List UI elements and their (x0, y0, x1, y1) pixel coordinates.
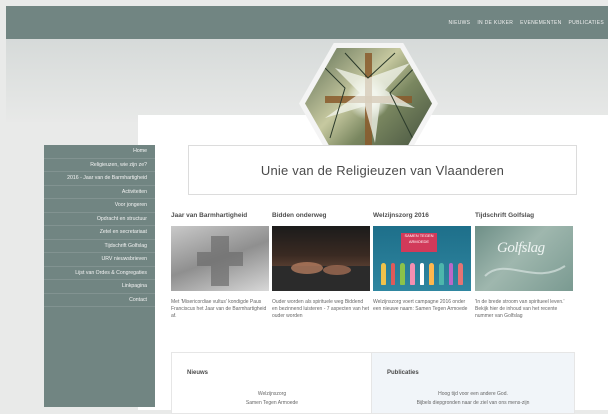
sidebar-item-home[interactable]: Home (44, 145, 155, 159)
feature-card-golfslag: Tijdschrift Golfslag Golfslag 'In de bre… (475, 212, 573, 320)
sidebar-item-nieuwsbrieven[interactable]: URV nieuwsbrieven (44, 253, 155, 267)
people-illustration (381, 259, 464, 285)
publications-panel: Publicaties Hoog tijd voor een andere Go… (371, 352, 575, 414)
sidebar-item-religieuzen[interactable]: Religieuzen, wie zijn ze? (44, 159, 155, 172)
sidebar-nav: Home Religieuzen, wie zijn ze? 2016 - Ja… (44, 145, 155, 407)
nav-item-nieuws[interactable]: NIEUWS (449, 20, 471, 26)
dove-cross-icon (314, 52, 423, 154)
nav-item-publicaties[interactable]: PUBLICATIES (569, 20, 604, 26)
hands-piano-icon (272, 262, 370, 291)
samen-tegen-armoede-badge: SAMEN TEGEN ARMOEDE (401, 233, 437, 252)
site-title: Unie van de Religieuzen van Vlaanderen (260, 162, 505, 178)
feature-card-bidden: Bidden onderweg Ouder worden als spiritu… (272, 212, 370, 320)
feature-title[interactable]: Tijdschrift Golfslag (475, 212, 573, 219)
feature-image[interactable]: Golfslag (475, 226, 573, 291)
sidebar-item-ordes[interactable]: Lijst van Ordes & Congregaties (44, 267, 155, 280)
sidebar-item-contact[interactable]: Contact (44, 294, 155, 307)
news-item-title[interactable]: Welzijnszorg (172, 390, 372, 399)
publications-heading: Publicaties (387, 370, 419, 376)
stained-glass-image (305, 48, 432, 159)
news-panel: Nieuws Welzijnszorg Samen Tegen Armoede (171, 352, 372, 414)
nav-item-in-de-kijker[interactable]: IN DE KIJKER (477, 20, 513, 26)
feature-text: Ouder worden als spirituele weg Biddend … (272, 299, 370, 319)
sidebar-item-opdracht[interactable]: Opdracht en structuur (44, 213, 155, 226)
feature-title[interactable]: Bidden onderweg (272, 212, 370, 219)
sidebar-item-zetel[interactable]: Zetel en secretariaat (44, 226, 155, 240)
nav-item-evenementen[interactable]: EVENEMENTEN (520, 20, 561, 26)
top-nav: NIEUWS IN DE KIJKER EVENEMENTEN PUBLICAT… (449, 6, 604, 39)
news-item-subtitle[interactable]: Samen Tegen Armoede (172, 399, 372, 408)
sidebar-item-jongeren[interactable]: Voor jongeren (44, 199, 155, 213)
feature-title[interactable]: Jaar van Barmhartigheid (171, 212, 269, 219)
feature-image[interactable] (171, 226, 269, 291)
feature-title[interactable]: Welzijnszorg 2016 (373, 212, 471, 219)
sidebar-item-jaar-barmhartigheid[interactable]: 2016 - Jaar van de Barmhartigheid (44, 172, 155, 186)
feature-text: 'In de brede stroom van spiritueel leven… (475, 299, 565, 319)
feature-image[interactable]: SAMEN TEGEN ARMOEDE (373, 226, 471, 291)
feature-image[interactable] (272, 226, 370, 291)
site-title-box: Unie van de Religieuzen van Vlaanderen (188, 145, 577, 195)
publication-item-title[interactable]: Hoog tijd voor een andere God. (372, 390, 574, 399)
feature-text: Met 'Misericordiae vultus' kondigde Paus… (171, 299, 267, 319)
feature-card-jaar: Jaar van Barmhartigheid Met 'Misericordi… (171, 212, 269, 320)
feature-text: Welzijnszorg voert campagne 2016 onder e… (373, 299, 468, 312)
publication-item-subtitle[interactable]: Bijbels diepgronden naar de ziel van ons… (372, 399, 574, 408)
sidebar-item-linkpagina[interactable]: Linkpagina (44, 280, 155, 294)
wave-swirl-icon (484, 265, 566, 277)
sidebar-item-activiteiten[interactable]: Activiteiten (44, 186, 155, 199)
news-heading: Nieuws (187, 370, 209, 376)
sidebar-item-golfslag[interactable]: Tijdschrift Golfslag (44, 240, 155, 253)
feature-card-welzijnszorg: Welzijnszorg 2016 SAMEN TEGEN ARMOEDE We… (373, 212, 471, 313)
cross-sculpture-icon (197, 236, 243, 286)
top-bar: NIEUWS IN DE KIJKER EVENEMENTEN PUBLICAT… (6, 6, 608, 39)
